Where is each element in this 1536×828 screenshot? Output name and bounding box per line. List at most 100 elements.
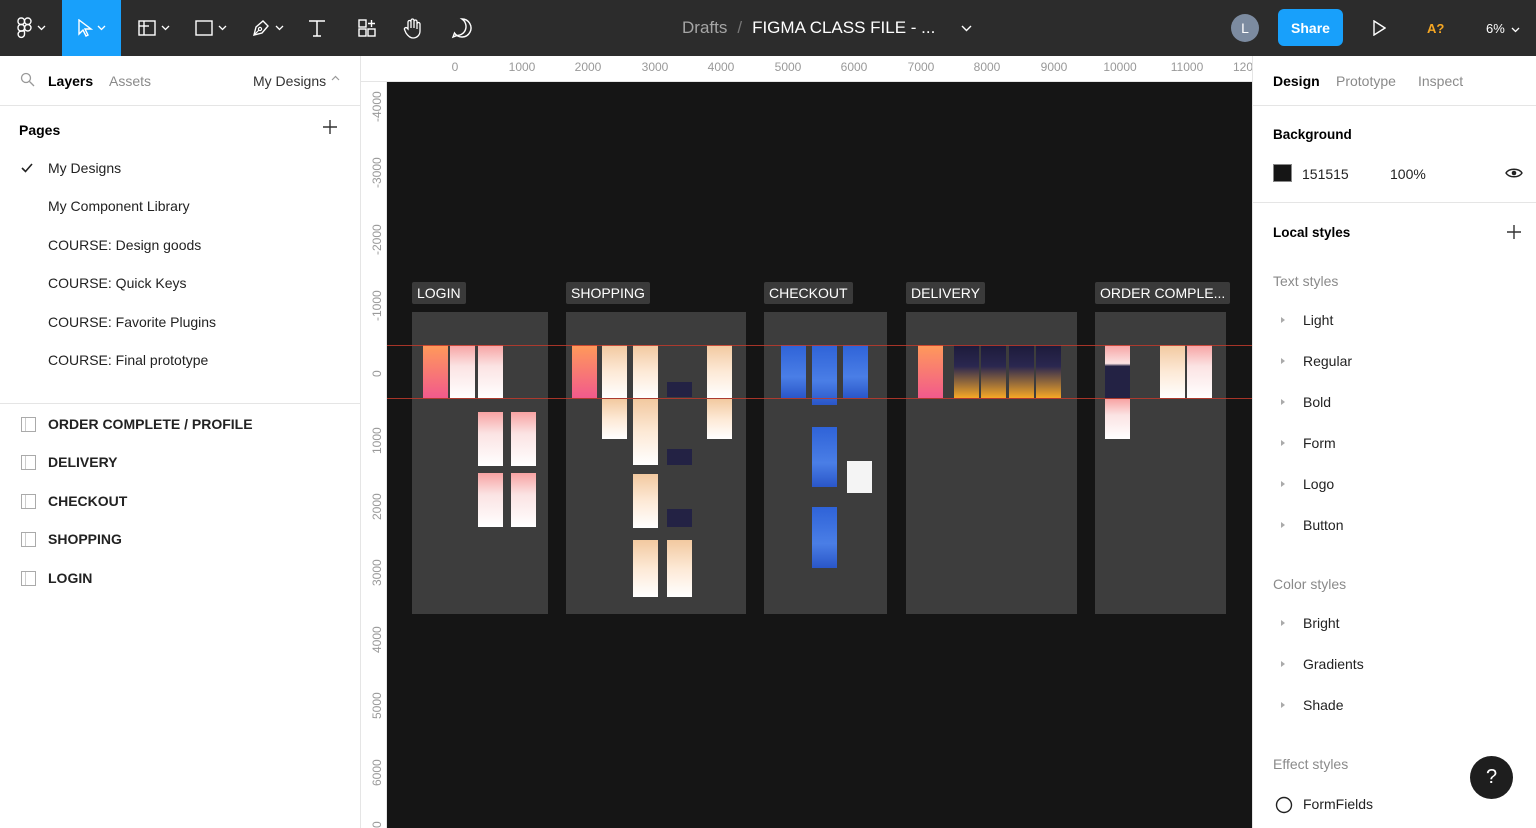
caret-right-icon[interactable] — [1281, 522, 1285, 528]
layer-item-checkout[interactable]: CHECKOUT — [48, 493, 127, 509]
screen-thumbnail[interactable] — [847, 461, 872, 493]
screen-thumbnail[interactable] — [918, 345, 943, 398]
accessibility-check-button[interactable]: A? — [1427, 0, 1444, 56]
main-menu-button[interactable] — [0, 0, 62, 56]
caret-right-icon[interactable] — [1281, 440, 1285, 446]
screen-thumbnail[interactable] — [1187, 345, 1212, 398]
vertical-ruler[interactable]: -4000 -3000 -2000 -1000 0 1000 2000 3000… — [361, 82, 387, 828]
page-item-component-library[interactable]: My Component Library — [48, 198, 190, 214]
comment-tool-button[interactable] — [445, 0, 479, 56]
frame-tool-button[interactable] — [130, 0, 176, 56]
share-button[interactable]: Share — [1278, 9, 1343, 46]
text-style-logo[interactable]: Logo — [1303, 476, 1334, 492]
design-canvas[interactable]: LOGIN SHOPPING CHECKOUT DELIVERY ORDER C… — [387, 82, 1252, 828]
hand-tool-button[interactable] — [396, 0, 430, 56]
background-hex-input[interactable]: 151515 — [1302, 166, 1349, 182]
text-style-bold[interactable]: Bold — [1303, 394, 1331, 410]
add-style-icon[interactable] — [1506, 224, 1522, 245]
screen-thumbnail[interactable] — [478, 412, 503, 466]
pen-tool-button[interactable] — [244, 0, 290, 56]
help-button[interactable]: ? — [1470, 756, 1513, 799]
caret-right-icon[interactable] — [1281, 620, 1285, 626]
color-style-bright[interactable]: Bright — [1303, 615, 1340, 631]
file-menu-button[interactable] — [956, 0, 976, 56]
eye-icon[interactable] — [1505, 166, 1523, 185]
page-selector[interactable]: My Designs — [253, 73, 326, 89]
caret-right-icon[interactable] — [1281, 481, 1285, 487]
screen-thumbnail[interactable] — [954, 345, 979, 398]
add-page-icon[interactable] — [322, 119, 338, 140]
screen-thumbnail[interactable] — [423, 345, 448, 398]
present-button[interactable] — [1366, 0, 1392, 56]
caret-right-icon[interactable] — [1281, 702, 1285, 708]
screen-thumbnail[interactable] — [707, 345, 732, 398]
frame-label-order-complete[interactable]: ORDER COMPLE... — [1095, 282, 1231, 304]
tab-prototype[interactable]: Prototype — [1336, 73, 1396, 89]
page-item-final-prototype[interactable]: COURSE: Final prototype — [48, 352, 208, 368]
background-color-swatch[interactable] — [1273, 164, 1292, 182]
screen-thumbnail[interactable] — [511, 412, 536, 466]
resources-tool-button[interactable] — [350, 0, 384, 56]
color-style-shade[interactable]: Shade — [1303, 697, 1343, 713]
page-item-design-goods[interactable]: COURSE: Design goods — [48, 237, 201, 253]
screen-thumbnail[interactable] — [812, 507, 837, 568]
screen-thumbnail[interactable] — [602, 399, 627, 439]
zoom-menu[interactable]: 6% — [1486, 0, 1520, 56]
tab-layers[interactable]: Layers — [48, 73, 93, 89]
screen-thumbnail[interactable] — [667, 509, 692, 527]
screen-thumbnail[interactable] — [511, 473, 536, 527]
screen-thumbnail[interactable] — [667, 449, 692, 465]
screen-thumbnail[interactable] — [633, 474, 658, 528]
layer-item-delivery[interactable]: DELIVERY — [48, 454, 118, 470]
guide-line[interactable] — [387, 345, 1252, 346]
screen-thumbnail[interactable] — [981, 345, 1006, 398]
screen-thumbnail[interactable] — [602, 345, 627, 398]
screen-thumbnail[interactable] — [781, 345, 806, 398]
layer-item-shopping[interactable]: SHOPPING — [48, 531, 122, 547]
tab-inspect[interactable]: Inspect — [1418, 73, 1463, 89]
caret-right-icon[interactable] — [1281, 399, 1285, 405]
guide-line[interactable] — [387, 398, 1252, 399]
screen-thumbnail[interactable] — [812, 427, 837, 487]
screen-thumbnail[interactable] — [1036, 345, 1061, 398]
move-tool-button[interactable] — [62, 0, 121, 56]
screen-thumbnail[interactable] — [667, 382, 692, 397]
screen-thumbnail[interactable] — [478, 345, 503, 398]
layer-item-login[interactable]: LOGIN — [48, 570, 92, 586]
screen-thumbnail[interactable] — [1105, 345, 1130, 398]
chevron-up-icon[interactable] — [331, 73, 340, 84]
frame-label-checkout[interactable]: CHECKOUT — [764, 282, 853, 304]
screen-thumbnail[interactable] — [633, 399, 658, 465]
tab-assets[interactable]: Assets — [109, 73, 151, 89]
frame-label-delivery[interactable]: DELIVERY — [906, 282, 985, 304]
screen-thumbnail[interactable] — [667, 540, 692, 597]
file-name[interactable]: FIGMA CLASS FILE - ... — [752, 18, 935, 38]
caret-right-icon[interactable] — [1281, 317, 1285, 323]
user-avatar[interactable]: L — [1231, 14, 1259, 42]
screen-thumbnail[interactable] — [812, 345, 837, 405]
breadcrumb-drafts[interactable]: Drafts — [682, 18, 727, 38]
page-item-my-designs[interactable]: My Designs — [48, 160, 121, 176]
text-style-form[interactable]: Form — [1303, 435, 1336, 451]
shape-tool-button[interactable] — [187, 0, 233, 56]
screen-thumbnail[interactable] — [1105, 399, 1130, 439]
effect-style-formfields[interactable]: FormFields — [1303, 796, 1373, 812]
screen-thumbnail[interactable] — [707, 399, 732, 439]
screen-thumbnail[interactable] — [633, 540, 658, 597]
layer-item-order-complete[interactable]: ORDER COMPLETE / PROFILE — [48, 416, 253, 432]
text-style-light[interactable]: Light — [1303, 312, 1333, 328]
background-opacity-input[interactable]: 100% — [1390, 166, 1426, 182]
page-item-quick-keys[interactable]: COURSE: Quick Keys — [48, 275, 186, 291]
color-style-gradients[interactable]: Gradients — [1303, 656, 1364, 672]
caret-right-icon[interactable] — [1281, 661, 1285, 667]
page-item-favorite-plugins[interactable]: COURSE: Favorite Plugins — [48, 314, 216, 330]
tab-design[interactable]: Design — [1273, 73, 1320, 89]
screen-thumbnail[interactable] — [478, 473, 503, 527]
screen-thumbnail[interactable] — [1160, 345, 1185, 398]
screen-thumbnail[interactable] — [633, 345, 658, 398]
screen-thumbnail[interactable] — [843, 345, 868, 398]
caret-right-icon[interactable] — [1281, 358, 1285, 364]
screen-thumbnail[interactable] — [572, 345, 597, 398]
frame-label-login[interactable]: LOGIN — [412, 282, 466, 304]
text-style-regular[interactable]: Regular — [1303, 353, 1352, 369]
